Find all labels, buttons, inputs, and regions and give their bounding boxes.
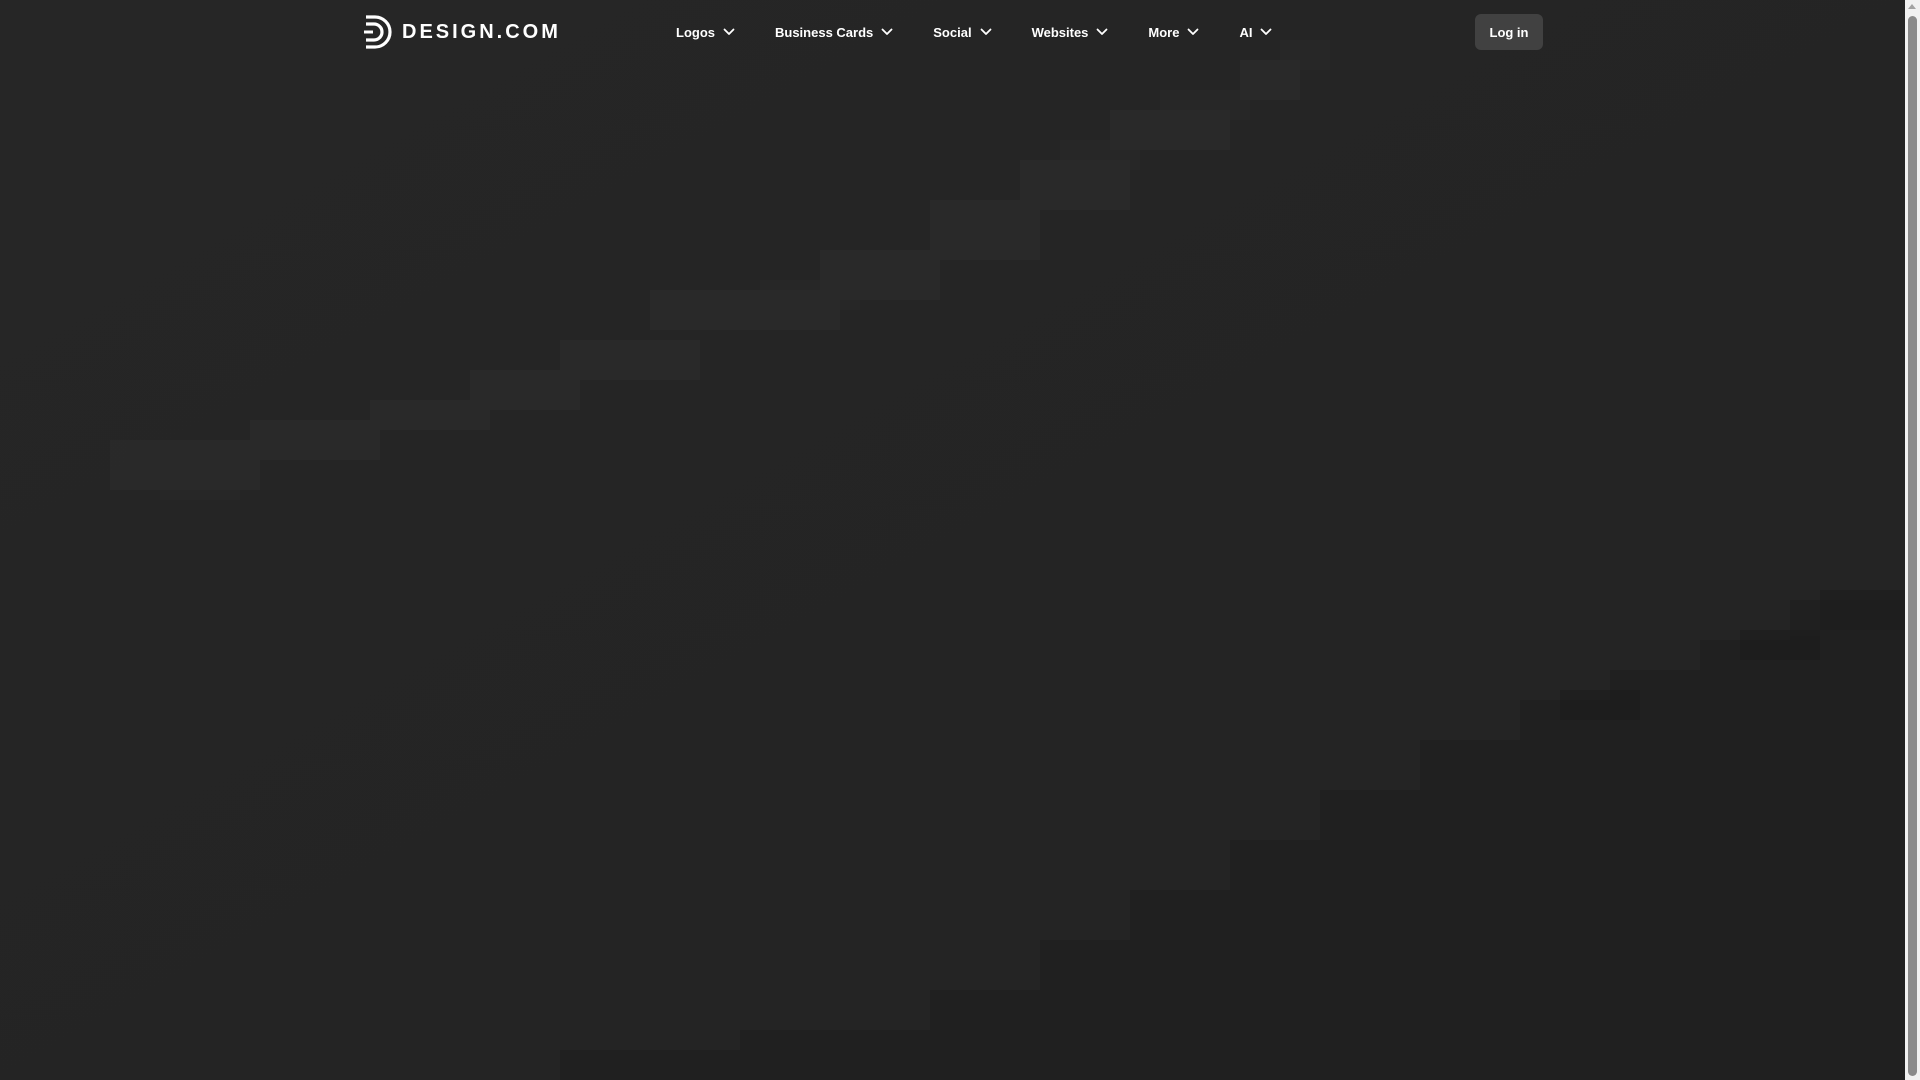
nav-item-business-cards[interactable]: Business Cards — [755, 0, 913, 64]
main-menu: Logos Business Cards Social Websites Mor… — [656, 0, 1292, 64]
nav-item-label: Business Cards — [775, 24, 874, 40]
page-scrollbar[interactable] — [1905, 0, 1920, 1080]
nav-item-label: AI — [1239, 24, 1253, 40]
nav-item-label: Logos — [676, 24, 715, 40]
top-navigation: DESIGN.COM Logos Business Cards Social W… — [0, 0, 1905, 64]
page: DESIGN.COM Logos Business Cards Social W… — [0, 0, 1920, 1080]
nav-item-ai[interactable]: AI — [1219, 0, 1292, 64]
login-button[interactable]: Log in — [1475, 14, 1543, 50]
chevron-down-icon — [1097, 28, 1108, 35]
scroll-up-arrow-icon[interactable] — [1908, 4, 1916, 9]
nav-item-label: More — [1148, 24, 1180, 40]
chevron-down-icon — [1188, 28, 1199, 35]
chevron-down-icon — [881, 28, 893, 35]
chevron-down-icon — [723, 28, 735, 35]
scrollbar-thumb[interactable] — [1908, 16, 1917, 1076]
hero-background-pattern — [0, 0, 1905, 1080]
nav-item-social[interactable]: Social — [913, 0, 1011, 64]
nav-item-label: Websites — [1031, 24, 1089, 40]
nav-item-websites[interactable]: Websites — [1012, 0, 1129, 64]
nav-item-more[interactable]: More — [1128, 0, 1219, 64]
hero-background — [0, 0, 1905, 1080]
nav-item-label: Social — [933, 24, 972, 40]
nav-item-logos[interactable]: Logos — [656, 0, 755, 64]
design-com-logo-icon — [364, 15, 392, 49]
brand-name: DESIGN.COM — [402, 20, 561, 43]
chevron-down-icon — [1261, 28, 1272, 35]
brand-logo[interactable]: DESIGN.COM — [362, 14, 561, 50]
chevron-down-icon — [980, 28, 991, 35]
